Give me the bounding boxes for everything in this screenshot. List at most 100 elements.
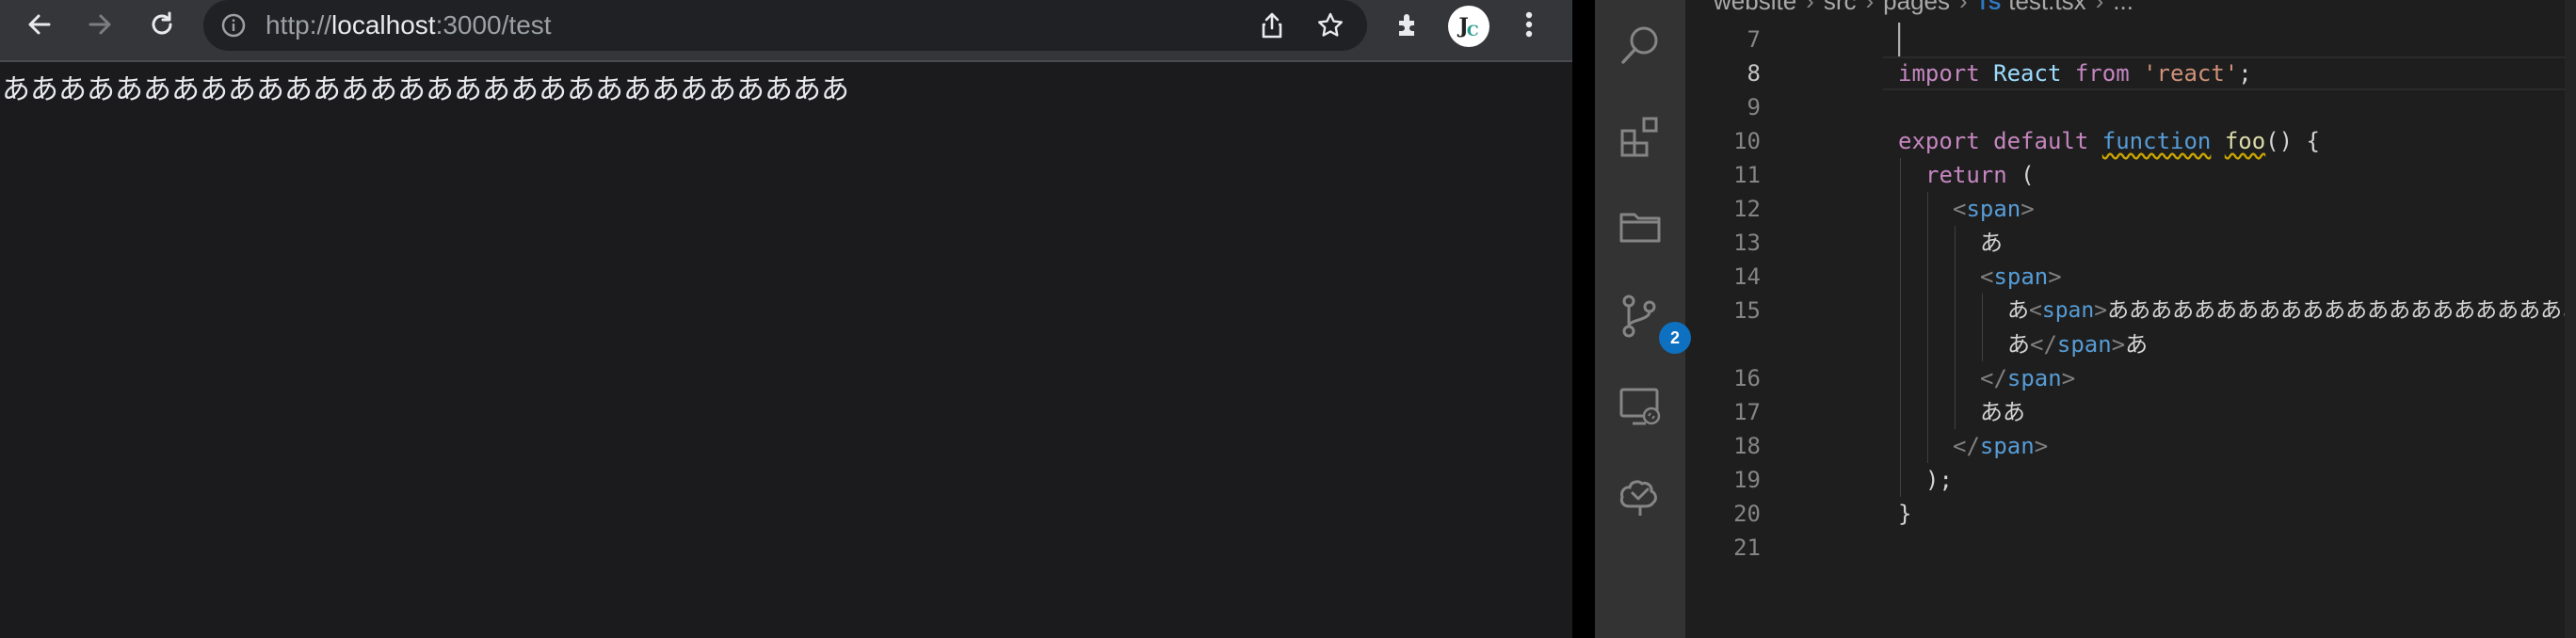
jsx-tag: span <box>1966 196 2021 222</box>
code-line: 9 <box>1685 90 2576 124</box>
activity-bar: 2 <box>1595 0 1691 638</box>
extensions-icon[interactable] <box>1384 0 1433 49</box>
jsx-text: ああ <box>1980 399 2025 425</box>
code-line: 7 <box>1685 23 2576 56</box>
toolbar-divider <box>0 60 1572 62</box>
jsx-tag: span <box>2006 365 2062 391</box>
function-name: foo <box>2224 128 2266 154</box>
reload-icon[interactable] <box>137 0 186 49</box>
url-scheme: http:// <box>266 10 332 40</box>
breadcrumb-file[interactable]: test.tsx <box>2008 0 2085 15</box>
tag-bracket: < <box>1980 263 1994 290</box>
code-line: 14 <span> <box>1685 260 2576 294</box>
chevron-right-icon: › <box>2095 0 2104 15</box>
code-line: 19 ); <box>1685 463 2576 497</box>
punctuation: ; <box>2238 60 2252 87</box>
url-host: localhost <box>331 10 436 40</box>
source-control-icon[interactable]: 2 <box>1616 292 1691 354</box>
address-bar[interactable]: http://localhost:3000/test <box>203 0 1367 51</box>
info-icon[interactable] <box>220 12 247 39</box>
forward-arrow-icon[interactable] <box>75 0 124 49</box>
text-cursor <box>1898 23 1900 56</box>
code-line: 16 </span> <box>1685 361 2576 395</box>
share-icon[interactable] <box>1252 6 1292 45</box>
tag-bracket: </ <box>1980 365 2007 391</box>
code-line: 8 import React from 'react'; <box>1685 56 2576 90</box>
tag-bracket: < <box>1953 196 1967 222</box>
line-number: 14 <box>1733 263 1761 290</box>
minimap-scrollbar[interactable] <box>2565 0 2576 638</box>
tag-bracket: < <box>2029 298 2042 323</box>
code-line: 13 あ <box>1685 226 2576 260</box>
window-gap <box>1572 0 1595 638</box>
keyword: import <box>1898 60 1980 87</box>
explorer-folder-icon[interactable] <box>1616 201 1665 250</box>
jsx-tag: span <box>1993 263 2049 290</box>
tag-bracket: </ <box>2030 331 2057 358</box>
code-line: 12 <span> <box>1685 192 2576 226</box>
line-number: 10 <box>1733 128 1761 154</box>
jsx-tag: span <box>2041 298 2095 323</box>
url-text[interactable]: http://localhost:3000/test <box>266 10 552 40</box>
tag-bracket: > <box>2111 331 2126 358</box>
jsx-text: あ <box>2007 331 2030 358</box>
code-line: 11 return ( <box>1685 158 2576 192</box>
tag-bracket: > <box>2048 263 2062 290</box>
tag-bracket: > <box>2034 433 2049 459</box>
keyword: default <box>1993 128 2089 154</box>
jsx-text: ああああああああああああああああああああああああああ <box>2107 298 2576 323</box>
page-content-text: ああああああああああああああああああああああああああああああ <box>2 73 849 106</box>
line-number: 20 <box>1733 501 1761 527</box>
star-icon[interactable] <box>1311 6 1350 45</box>
line-number: 16 <box>1733 365 1761 391</box>
line-number: 11 <box>1733 162 1761 188</box>
breadcrumb: website › src › pages › TS test.tsx ›... <box>1714 0 2133 16</box>
code-editor[interactable]: 7 8 import React from 'react'; 9 10 expo… <box>1685 23 2576 638</box>
tag-bracket: </ <box>1953 433 1980 459</box>
testing-flask-icon[interactable] <box>1616 472 1665 521</box>
punctuation: ( <box>2006 162 2035 188</box>
jsx-tag: span <box>1979 433 2035 459</box>
line-number: 13 <box>1733 230 1761 256</box>
code-line: 21 <box>1685 531 2576 565</box>
code-line: 15 あ<span>ああああああああああああああああああああああああああ <box>1685 294 2576 327</box>
keyword: export <box>1898 128 1980 154</box>
search-icon[interactable] <box>1616 21 1665 70</box>
code-line: 20 } <box>1685 497 2576 531</box>
punctuation: } <box>1898 501 1912 527</box>
breadcrumb-item[interactable]: src <box>1824 0 1857 15</box>
chevron-right-icon: › <box>1865 0 1875 15</box>
line-number: 18 <box>1733 433 1761 459</box>
line-number: 19 <box>1733 467 1761 493</box>
line-number: 21 <box>1733 534 1761 561</box>
back-arrow-icon[interactable] <box>15 0 64 49</box>
line-number: 15 <box>1733 297 1761 324</box>
identifier: React <box>1993 60 2062 87</box>
keyword: return <box>1925 162 2007 188</box>
code-line: 17 ああ <box>1685 395 2576 429</box>
breadcrumb-item[interactable]: website <box>1714 0 1796 15</box>
punctuation: ); <box>1925 467 1953 493</box>
keyword-warning: function <box>2101 128 2212 154</box>
url-path: :3000/test <box>435 10 552 40</box>
tag-bracket: > <box>2094 298 2108 323</box>
remote-explorer-icon[interactable] <box>1616 382 1665 431</box>
typescript-file-icon: TS <box>1976 0 2002 14</box>
kebab-menu-icon[interactable] <box>1505 0 1554 49</box>
tag-bracket: > <box>2021 196 2035 222</box>
keyword: from <box>2074 60 2130 87</box>
breadcrumb-ellipsis[interactable]: ... <box>2113 0 2133 15</box>
code-line: 10 export default function foo() { <box>1685 124 2576 158</box>
extensions-icon[interactable] <box>1616 111 1665 160</box>
jsx-tag: span <box>2056 331 2112 358</box>
string-literal: 'react' <box>2143 60 2239 87</box>
profile-avatar[interactable]: JC <box>1448 6 1489 47</box>
browser-toolbar: http://localhost:3000/test JC <box>0 0 1572 60</box>
vscode-window: 2 website › src › pages › TS test.tsx ›... 7 8 i… <box>1595 0 2576 638</box>
jsx-text: あ <box>1980 230 2003 256</box>
code-line: 18 </span> <box>1685 429 2576 463</box>
jsx-text: あ <box>2007 298 2029 323</box>
chevron-right-icon: › <box>1959 0 1968 15</box>
breadcrumb-item[interactable]: pages <box>1883 0 1950 15</box>
jsx-text: あ <box>2125 331 2149 358</box>
